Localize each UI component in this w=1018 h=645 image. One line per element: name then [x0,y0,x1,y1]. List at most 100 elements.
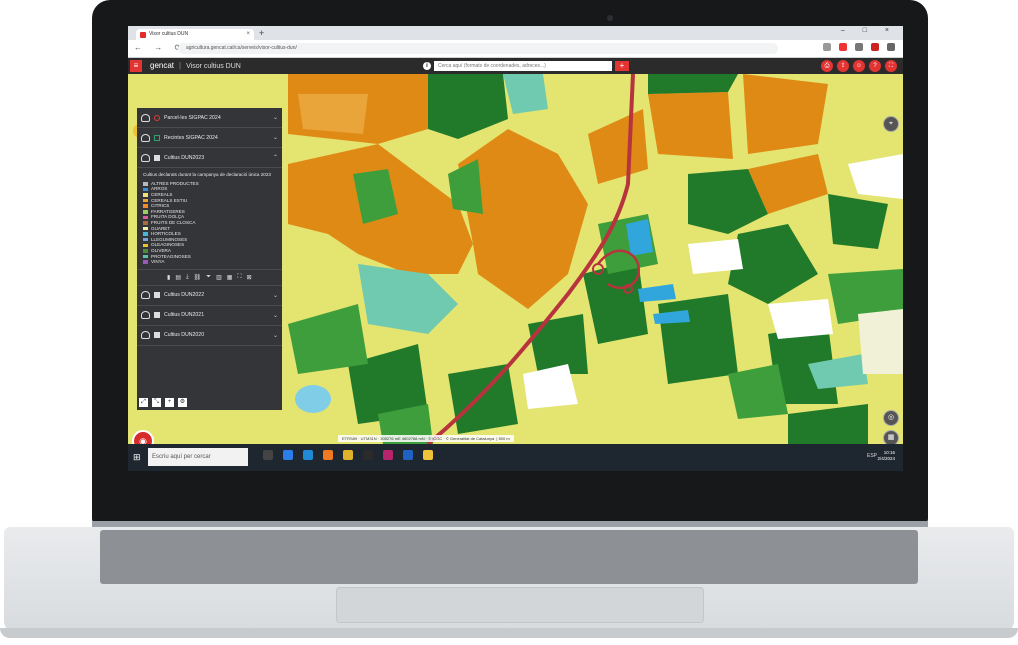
menu-icon[interactable]: ≡ [130,60,142,72]
zoom-extent-icon[interactable]: ⛶ [237,274,241,281]
map-attribution: ETRS89 · UTM31N · 305276 mE 4602768 mN ·… [338,435,514,442]
firefox-icon[interactable] [323,450,333,460]
add-layer-icon[interactable]: + [165,398,174,407]
windows-start-icon[interactable]: ⊞ [133,452,141,463]
help-icon[interactable]: ? [869,60,881,72]
legend-label: VINYA [151,259,165,265]
visibility-icon[interactable] [141,133,150,142]
map-canvas[interactable]: ≡ ⌖ ◎ ▦ ◉ ETRS89 · UTM31N · 305276 mE 46… [128,74,903,444]
layer-label: Cultius DUN2023 [164,154,205,161]
chrome-icon[interactable] [343,450,353,460]
browser-tab[interactable]: Visor cultius DUN × [136,29,254,40]
fullscreen-icon[interactable]: ⛶ [885,60,897,72]
visibility-icon[interactable] [141,311,150,320]
photoshop-icon[interactable] [403,450,413,460]
layer-row[interactable]: Recintes SIGPAC 2024 ⌄ [137,128,282,148]
profile-icon[interactable] [871,43,879,51]
download-icon[interactable] [855,43,863,51]
unclassified [768,299,833,339]
layer-label: Cultius DUN2021 [164,312,205,319]
pond [295,385,331,413]
user-icon[interactable]: ☺ [853,60,865,72]
layer-tools: ▮ ▤ ⤓ ⛓ ⏷ ▥ ▦ ⛶ ⊠ [137,270,282,286]
layer-row[interactable]: Cultius DUN2020 ⌄ [137,326,282,346]
chevron-down-icon[interactable]: ⌄ [273,292,278,299]
locate-icon[interactable]: ◎ [883,410,899,426]
taskbar-clock[interactable]: 10:16 2/4/2024 [877,450,895,462]
filter-icon[interactable]: ⏷ [206,274,211,281]
layer-row[interactable]: Cultius DUN2021 ⌄ [137,306,282,326]
layer-symbol-icon [154,292,160,299]
task-view-icon[interactable] [263,450,273,460]
legend-swatch [143,260,148,264]
search-input[interactable]: Cerca aquí (formats de coordenades, adre… [434,61,612,71]
share-icon[interactable]: ⇪ [837,60,849,72]
stats-icon[interactable]: ▦ [227,274,233,281]
screen: Visor cultius DUN × + – □ × ← → ⟳ agricu… [128,26,903,471]
chevron-up-icon[interactable]: ⌃ [273,154,278,161]
system-tray[interactable]: ESP [867,453,877,459]
collapse-icon[interactable]: ⤡ [152,398,161,407]
star-icon[interactable] [823,43,831,51]
chart-icon[interactable]: ▥ [216,274,222,281]
chevron-down-icon[interactable]: ⌄ [273,134,278,141]
edge-icon[interactable] [283,450,293,460]
clock-date: 2/4/2024 [877,456,895,461]
new-tab-icon[interactable]: + [259,28,264,38]
table-icon[interactable]: ▤ [175,274,181,281]
laptop: Visor cultius DUN × + – □ × ← → ⟳ agricu… [0,0,1018,645]
browser-icon[interactable] [303,450,313,460]
visibility-icon[interactable] [141,113,150,122]
app-icon[interactable] [363,450,373,460]
extension-icons[interactable] [823,43,895,51]
search-add-button[interactable]: + [615,61,629,71]
browser-tab-bar: Visor cultius DUN × + – □ × [128,26,903,40]
acrobat-icon[interactable] [383,450,393,460]
close-icon[interactable]: ⊠ [247,274,252,281]
measure-icon[interactable]: ⌖ [883,116,899,132]
url-field[interactable]: agricultura.gencat.cat/ca/serveis/visor-… [178,43,778,54]
window-controls[interactable]: – □ × [841,27,897,34]
legend-swatch [143,182,148,186]
legend-swatch [143,193,148,197]
parcel [528,314,588,374]
visibility-icon[interactable] [141,153,150,162]
parcel [658,294,738,384]
chevron-down-icon[interactable]: ⌄ [273,114,278,121]
info-icon[interactable]: ▮ [167,274,170,281]
legend-swatch [143,232,148,236]
link-icon[interactable]: ⛓ [194,274,202,281]
layer-symbol-icon [154,332,160,339]
chevron-down-icon[interactable]: ⌄ [273,312,278,319]
expand-icon[interactable]: ⤢ [139,398,148,407]
layer-label: Recintes SIGPAC 2024 [164,134,218,141]
layer-row[interactable]: Cultius DUN2023 ⌃ [137,148,282,168]
explorer-icon[interactable] [423,450,433,460]
close-tab-icon[interactable]: × [246,29,250,40]
gencat-favicon-icon [140,31,146,38]
visibility-icon[interactable] [141,291,150,300]
settings-icon[interactable]: ⚙ [178,398,187,407]
taskbar-search[interactable]: Escriu aquí per cercar [148,448,248,466]
info-icon[interactable]: i [423,62,431,70]
more-icon[interactable] [887,43,895,51]
print-icon[interactable]: ⎙ [821,60,833,72]
chevron-down-icon[interactable]: ⌄ [273,332,278,339]
legend-swatch [143,198,148,203]
layer-label: Cultius DUN2020 [164,332,205,339]
layer-row[interactable]: Cultius DUN2022 ⌄ [137,286,282,306]
unclassified [858,309,903,374]
attribution-text: ETRS89 · UTM31N · 305276 mE 4602768 mN ·… [342,436,495,441]
extension-icon[interactable] [839,43,847,51]
legend-swatch [143,187,148,192]
search-group: i Cerca aquí (formats de coordenades, ad… [423,61,629,71]
parcel [728,364,788,419]
layer-row[interactable]: Parcel·les SIGPAC 2024 ⌄ [137,108,282,128]
parcel [648,74,738,94]
basemap-icon[interactable]: ▦ [883,430,899,444]
download-icon[interactable]: ⤓ [186,274,189,281]
visibility-icon[interactable] [141,331,150,340]
keyboard [100,530,918,584]
legend-item: VINYA [143,259,276,265]
legend-swatch [143,221,148,225]
